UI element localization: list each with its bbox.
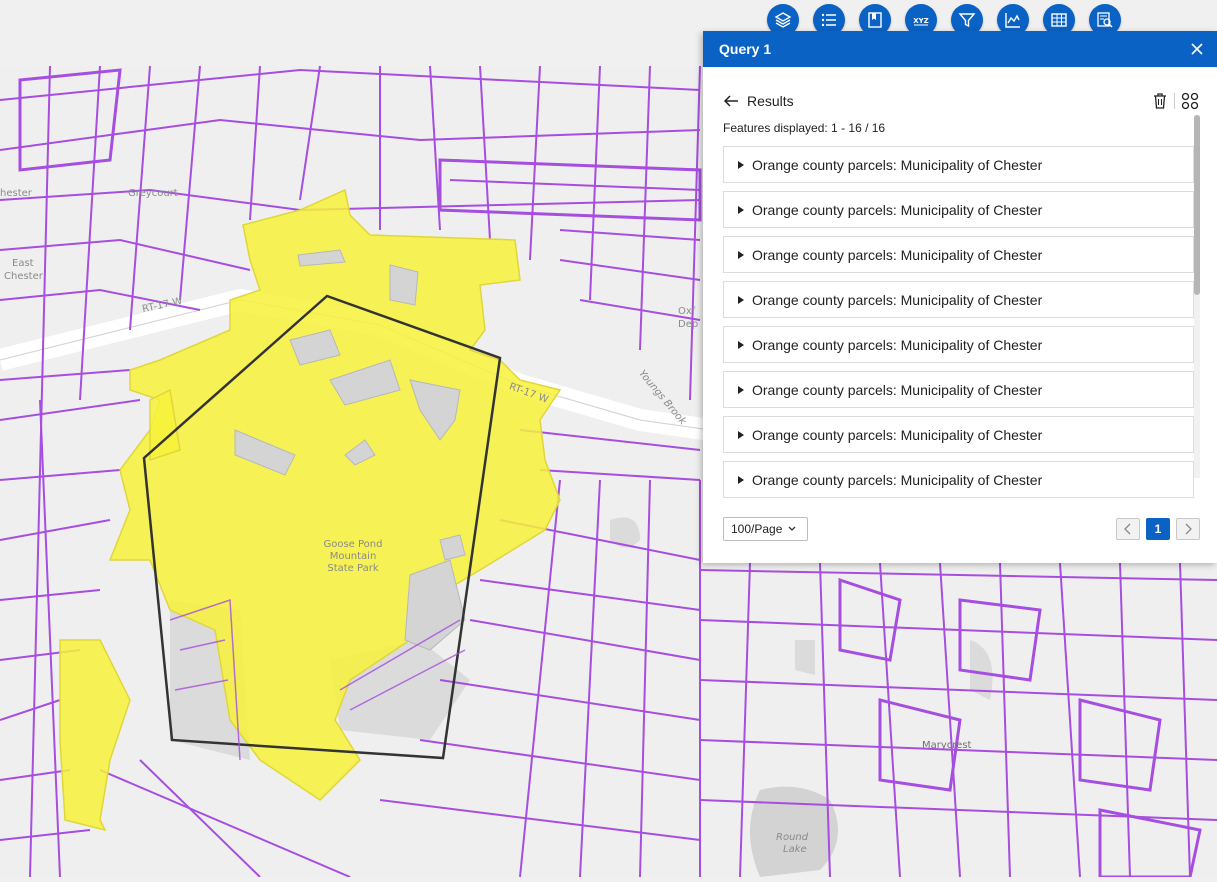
caret-right-icon bbox=[738, 475, 744, 484]
map-label-chester: hester bbox=[0, 188, 32, 199]
map-label-oxford: Oxf bbox=[678, 306, 696, 317]
map-label-marycrest: Marycrest bbox=[922, 740, 972, 751]
result-item[interactable]: Orange county parcels: Municipality of C… bbox=[723, 281, 1194, 318]
trash-icon[interactable] bbox=[1152, 92, 1168, 110]
chevron-right-icon bbox=[1185, 523, 1192, 535]
results-scrollbar[interactable] bbox=[1194, 115, 1200, 478]
legend-icon bbox=[821, 13, 836, 27]
layers-icon bbox=[774, 12, 792, 28]
map-label-greycourt: Greycourt bbox=[128, 188, 178, 199]
chevron-left-icon bbox=[1124, 523, 1131, 535]
caret-right-icon bbox=[738, 160, 744, 169]
close-icon[interactable] bbox=[1189, 41, 1205, 57]
pagination: 1 bbox=[1116, 518, 1200, 540]
panel-title: Query 1 bbox=[719, 41, 772, 57]
result-item-label: Orange county parcels: Municipality of C… bbox=[752, 471, 1043, 488]
map-label-round-lake-2: Lake bbox=[783, 844, 807, 855]
result-item[interactable]: Orange county parcels: Municipality of C… bbox=[723, 461, 1194, 498]
query-panel: Query 1 Results Features displayed: 1 - … bbox=[703, 31, 1217, 563]
map-label-oxford-depot: Dep bbox=[678, 319, 699, 330]
result-item[interactable]: Orange county parcels: Municipality of C… bbox=[723, 191, 1194, 228]
more-options-icon[interactable] bbox=[1181, 92, 1199, 110]
svg-text:XYZ: XYZ bbox=[913, 17, 929, 25]
map-label-east-chester: Chester bbox=[4, 271, 43, 282]
chart-icon bbox=[1005, 13, 1020, 28]
caret-right-icon bbox=[738, 340, 744, 349]
back-arrow-icon bbox=[723, 95, 738, 107]
results-list: Orange county parcels: Municipality of C… bbox=[723, 146, 1200, 509]
page-size-value: 100/Page bbox=[731, 522, 783, 536]
result-item-label: Orange county parcels: Municipality of C… bbox=[752, 201, 1043, 218]
chevron-down-icon bbox=[788, 526, 796, 531]
result-item[interactable]: Orange county parcels: Municipality of C… bbox=[723, 326, 1194, 363]
filter-icon bbox=[958, 13, 976, 28]
map-label-park-3: State Park bbox=[327, 563, 379, 574]
map-label-park-2: Mountain bbox=[329, 551, 377, 562]
caret-right-icon bbox=[738, 205, 744, 214]
result-item[interactable]: Orange county parcels: Municipality of C… bbox=[723, 236, 1194, 273]
features-count: Features displayed: 1 - 16 / 16 bbox=[723, 121, 886, 135]
results-header: Results bbox=[723, 91, 1199, 111]
result-item[interactable]: Orange county parcels: Municipality of C… bbox=[723, 371, 1194, 408]
current-page-button[interactable]: 1 bbox=[1146, 518, 1170, 540]
result-item-label: Orange county parcels: Municipality of C… bbox=[752, 381, 1043, 398]
map-label-round-lake-1: Round bbox=[776, 832, 809, 843]
result-item-label: Orange county parcels: Municipality of C… bbox=[752, 246, 1043, 263]
caret-right-icon bbox=[738, 295, 744, 304]
caret-right-icon bbox=[738, 250, 744, 259]
scrollbar-thumb[interactable] bbox=[1194, 115, 1200, 295]
result-item[interactable]: Orange county parcels: Municipality of C… bbox=[723, 146, 1194, 183]
result-item-label: Orange county parcels: Municipality of C… bbox=[752, 156, 1043, 173]
query-icon bbox=[1097, 12, 1113, 28]
page-size-select[interactable]: 100/Page bbox=[723, 517, 808, 541]
results-title: Results bbox=[747, 93, 794, 109]
result-item-label: Orange county parcels: Municipality of C… bbox=[752, 426, 1043, 443]
divider bbox=[1174, 93, 1175, 109]
next-page-button[interactable] bbox=[1176, 518, 1200, 540]
caret-right-icon bbox=[738, 430, 744, 439]
back-button[interactable]: Results bbox=[723, 93, 794, 109]
result-item[interactable]: Orange county parcels: Municipality of C… bbox=[723, 416, 1194, 453]
map-label-east: East bbox=[12, 258, 34, 269]
panel-header: Query 1 bbox=[703, 31, 1217, 67]
coordinates-icon: XYZ bbox=[913, 17, 929, 26]
bookmark-icon bbox=[868, 12, 882, 28]
prev-page-button[interactable] bbox=[1116, 518, 1140, 540]
results-actions bbox=[1152, 92, 1199, 110]
table-icon bbox=[1051, 13, 1067, 27]
result-item-label: Orange county parcels: Municipality of C… bbox=[752, 336, 1043, 353]
map-label-park-1: Goose Pond bbox=[323, 539, 383, 550]
result-item-label: Orange county parcels: Municipality of C… bbox=[752, 291, 1043, 308]
caret-right-icon bbox=[738, 385, 744, 394]
